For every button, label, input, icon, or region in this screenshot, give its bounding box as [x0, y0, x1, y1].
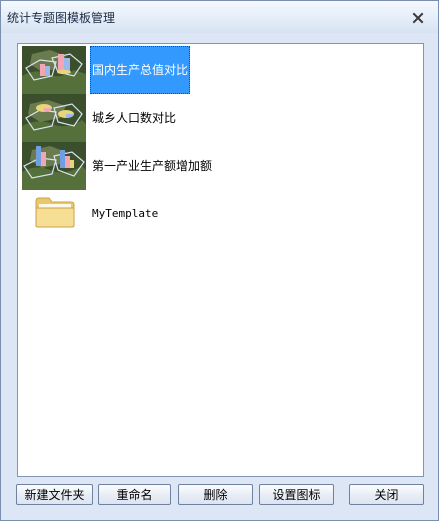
folder-icon — [34, 195, 76, 229]
list-item[interactable]: 国内生产总值对比 — [22, 46, 322, 94]
template-label[interactable]: 国内生产总值对比 — [90, 46, 191, 94]
template-manager-dialog: 统计专题图模板管理 国内生产总值对比 城乡人口数对比 第一产业生产额增加额 My… — [0, 0, 439, 521]
globe-3d-bar-chart-thumbnail — [22, 142, 86, 190]
close-button[interactable]: 关闭 — [349, 484, 424, 505]
window-title: 统计专题图模板管理 — [7, 11, 116, 25]
template-label[interactable]: 城乡人口数对比 — [90, 108, 178, 128]
delete-button[interactable]: 删除 — [178, 484, 253, 505]
globe-3d-pie-chart-thumbnail — [22, 94, 86, 142]
list-item[interactable]: 第一产业生产额增加额 — [22, 142, 322, 190]
template-label[interactable]: 第一产业生产额增加额 — [90, 156, 214, 176]
globe-3d-bar-chart-thumbnail — [22, 46, 86, 94]
set-icon-button[interactable]: 设置图标 — [259, 484, 334, 505]
title-bar[interactable]: 统计专题图模板管理 — [1, 1, 438, 33]
template-label[interactable]: MyTemplate — [90, 204, 160, 224]
list-item[interactable]: 城乡人口数对比 — [22, 94, 322, 142]
close-icon[interactable] — [412, 12, 424, 24]
list-item[interactable]: MyTemplate — [22, 190, 322, 238]
new-folder-button[interactable]: 新建文件夹 — [16, 484, 93, 505]
rename-button[interactable]: 重命名 — [98, 484, 171, 505]
template-list[interactable]: 国内生产总值对比 城乡人口数对比 第一产业生产额增加额 MyTemplate — [17, 43, 424, 477]
